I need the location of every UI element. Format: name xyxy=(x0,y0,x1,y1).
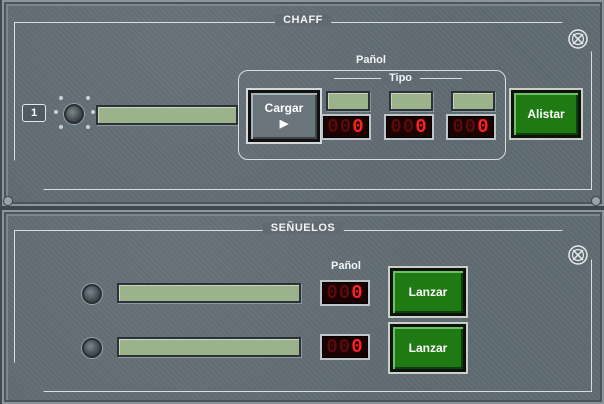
led-tick xyxy=(86,96,90,100)
digits-lit: 0 xyxy=(351,336,364,358)
senuelo-display-2 xyxy=(117,337,301,357)
senuelos-frame xyxy=(14,230,592,392)
digits-lit: 0 xyxy=(415,116,428,138)
chaff-title: CHAFF xyxy=(275,14,331,26)
digits-dim: 00 xyxy=(390,116,416,138)
tipo-counter-1: 00 0 xyxy=(321,114,371,140)
led-tick xyxy=(59,96,63,100)
digits-dim: 00 xyxy=(326,336,352,358)
indicator-led-icon xyxy=(64,104,84,124)
close-icon[interactable] xyxy=(567,28,589,50)
close-icon[interactable] xyxy=(567,244,589,266)
cargar-button[interactable]: Cargar ▶ xyxy=(246,88,322,144)
tipo-display-3 xyxy=(451,91,495,111)
led-tick xyxy=(86,125,90,129)
senuelo-counter-1: 00 0 xyxy=(320,280,370,306)
led-tick xyxy=(91,110,95,114)
digits-dim: 00 xyxy=(327,116,353,138)
led-tick xyxy=(59,125,63,129)
senuelo-display-1 xyxy=(117,283,301,303)
digits-lit: 0 xyxy=(477,116,490,138)
led-tick xyxy=(54,110,58,114)
digits-lit: 0 xyxy=(351,282,364,304)
senuelos-panel: SEÑUELOS Pañol 00 0 Lanzar 00 0 Lanzar xyxy=(2,210,604,404)
indicator-led-icon xyxy=(82,338,102,358)
tipo-counter-2: 00 0 xyxy=(384,114,434,140)
play-arrow-icon: ▶ xyxy=(279,118,289,130)
panel-hinge-left xyxy=(3,196,13,206)
lanzar-button-2[interactable]: Lanzar xyxy=(388,322,468,374)
chaff-main-display xyxy=(96,105,238,125)
senuelo-counter-2: 00 0 xyxy=(320,334,370,360)
tipo-display-2 xyxy=(389,91,433,111)
tipo-label-front: Tipo xyxy=(381,72,421,84)
cargar-label: Cargar xyxy=(264,101,304,115)
senuelos-title: SEÑUELOS xyxy=(262,222,344,234)
chaff-panol-label: Pañol xyxy=(356,54,386,66)
tipo-counter-3: 00 0 xyxy=(446,114,496,140)
chaff-counter: 1 xyxy=(22,104,46,122)
lanzar-button-1[interactable]: Lanzar xyxy=(388,266,468,318)
panel-hinge-right xyxy=(591,196,601,206)
digits-dim: 00 xyxy=(452,116,478,138)
chaff-panel: CHAFF 1 Pañol Tipo Tipo Cargar ▶ 000 000… xyxy=(2,0,604,206)
alistar-button[interactable]: Alistar xyxy=(509,88,583,140)
tipo-display-1 xyxy=(326,91,370,111)
digits-lit: 0 xyxy=(352,116,365,138)
digits-dim: 00 xyxy=(326,282,352,304)
senuelos-panol-label: Pañol xyxy=(331,260,361,272)
indicator-led-icon xyxy=(82,284,102,304)
